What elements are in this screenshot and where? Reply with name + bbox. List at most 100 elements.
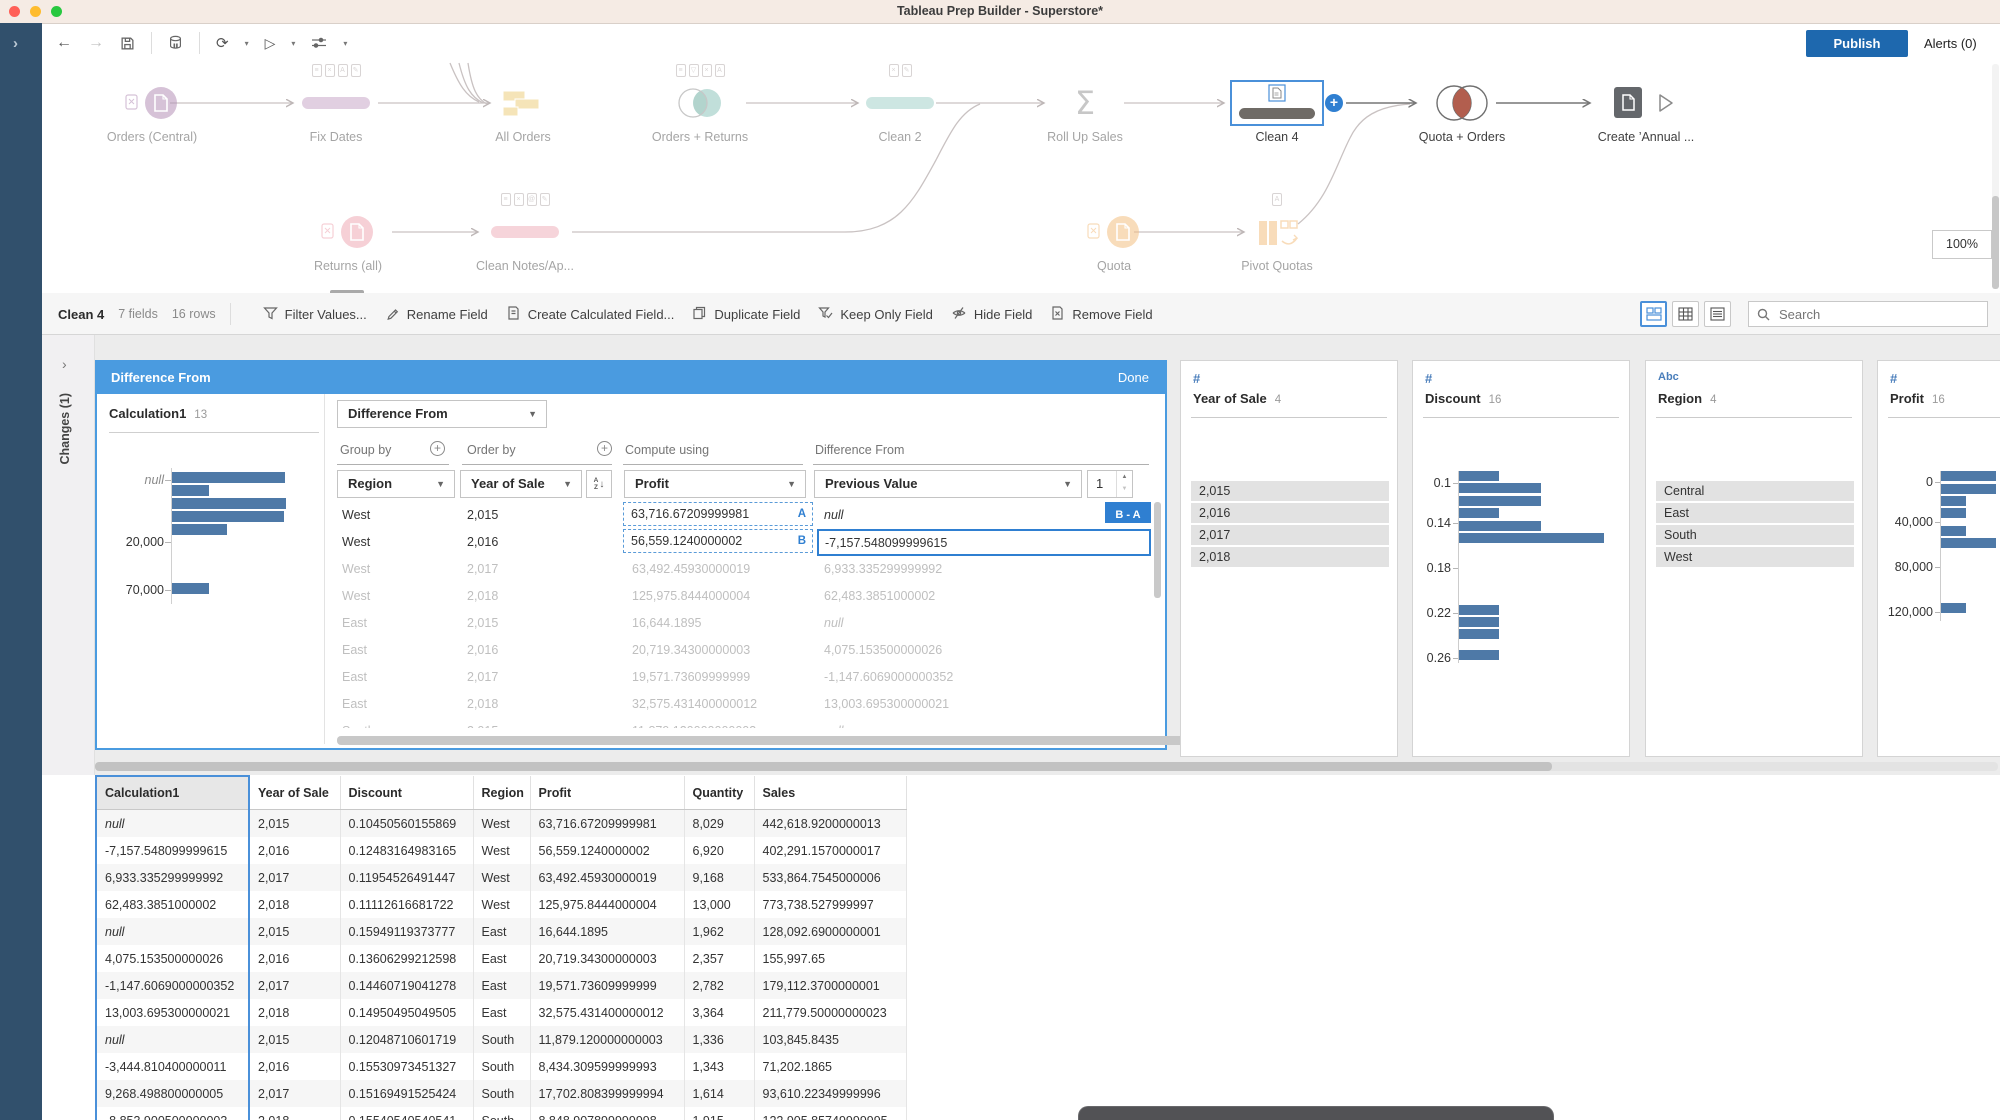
- keep-only-field-button[interactable]: Keep Only Field: [818, 306, 933, 323]
- search-input[interactable]: [1777, 305, 1961, 323]
- grid-cell[interactable]: 56,559.1240000002: [530, 837, 685, 864]
- grid-view-button[interactable]: [1672, 301, 1699, 327]
- field-value-pill[interactable]: South: [1656, 525, 1854, 545]
- histogram-bar[interactable]: [1459, 533, 1604, 543]
- grid-cell[interactable]: 402,291.1570000017: [754, 837, 907, 864]
- difference-from-select[interactable]: Previous Value ▼: [814, 470, 1082, 498]
- histogram-bar[interactable]: [1941, 508, 1966, 518]
- grid-cell[interactable]: 155,997.65: [754, 945, 907, 972]
- grid-cell[interactable]: -1,147.6069000000352: [95, 972, 250, 999]
- grid-cell[interactable]: 0.15169491525424: [340, 1080, 474, 1107]
- duplicate-field-button[interactable]: Duplicate Field: [692, 306, 800, 323]
- field-value-pill[interactable]: 2,015: [1191, 481, 1389, 501]
- histogram-bar[interactable]: [1941, 484, 1996, 494]
- grid-cell[interactable]: 0.15540540540541: [340, 1107, 474, 1120]
- profile-hscrollbar-thumb[interactable]: [95, 762, 1552, 771]
- grid-cell[interactable]: 93,610.22349999996: [754, 1080, 907, 1107]
- grid-cell[interactable]: 773,738.527999997: [754, 891, 907, 918]
- histogram-bar[interactable]: [172, 583, 209, 594]
- flow-node-fix-dates[interactable]: ≡ × A ✎ Fix Dates: [276, 64, 396, 144]
- grid-cell[interactable]: 3,364: [684, 999, 755, 1026]
- histogram-bar[interactable]: [1459, 521, 1541, 531]
- grid-cell[interactable]: West: [473, 891, 531, 918]
- histogram-bar[interactable]: [1459, 605, 1499, 615]
- grid-cell[interactable]: 103,845.8435: [754, 1026, 907, 1053]
- field-value-pill[interactable]: West: [1656, 547, 1854, 567]
- grid-cell[interactable]: 2,018: [249, 999, 341, 1026]
- spinner-down-icon[interactable]: ▼: [1117, 483, 1132, 495]
- grid-column-header-calculation1[interactable]: Calculation1: [95, 775, 250, 810]
- filter-values-button[interactable]: Filter Values...: [262, 306, 367, 323]
- grid-cell[interactable]: 2,015: [249, 918, 341, 945]
- grid-column-header-region[interactable]: Region: [473, 776, 531, 810]
- flow-node-create-annual[interactable]: Create ’Annual ...: [1586, 64, 1706, 144]
- grid-cell[interactable]: South: [473, 1026, 531, 1053]
- grid-cell[interactable]: 8,029: [684, 809, 755, 837]
- add-step-button[interactable]: +: [1325, 94, 1343, 112]
- flow-node-orders-returns[interactable]: ≡ ▽ × A Orders + Returns: [640, 64, 760, 144]
- histogram-bar[interactable]: [172, 511, 284, 522]
- grid-cell[interactable]: 2,017: [249, 1080, 341, 1107]
- grid-column-header-sales[interactable]: Sales: [754, 776, 907, 810]
- grid-cell[interactable]: 122,905.85749999995: [754, 1107, 907, 1120]
- grid-cell[interactable]: West: [473, 809, 531, 837]
- grid-cell[interactable]: 2,015: [249, 809, 341, 837]
- profile-card-year-of-sale[interactable]: # Year of Sale 4 2,015 2,016 2,017 2,018: [1180, 360, 1398, 757]
- histogram-bar[interactable]: [1941, 538, 1996, 548]
- flow-node-clean-notes-ap[interactable]: ≡ × @ ✎ Clean Notes/Ap...: [465, 193, 585, 273]
- settings-sliders-icon[interactable]: [311, 36, 327, 50]
- dialog-row[interactable]: East 2,018 32,575.431400000012 13,003.695…: [335, 691, 1255, 718]
- run-dropdown-icon[interactable]: ▾: [291, 39, 295, 48]
- dialog-header[interactable]: Difference From Done: [97, 362, 1165, 394]
- dialog-row[interactable]: South 2,015 11,879.120000000003 null: [335, 718, 1255, 728]
- pause-data-icon[interactable]: [168, 35, 183, 51]
- grid-cell[interactable]: 0.10450560155869: [340, 809, 474, 837]
- search-box[interactable]: [1748, 301, 1988, 327]
- histogram-bar[interactable]: [1459, 617, 1499, 627]
- grid-cell[interactable]: -8,853.900500000003: [95, 1107, 250, 1120]
- grid-cell[interactable]: 11,879.120000000003: [530, 1026, 685, 1053]
- grid-cell[interactable]: East: [473, 999, 531, 1026]
- flow-node-roll-up-sales[interactable]: Σ Roll Up Sales: [1025, 64, 1145, 144]
- histogram-bar[interactable]: [1459, 650, 1499, 660]
- grid-cell[interactable]: 13,003.695300000021: [95, 999, 250, 1026]
- grid-cell[interactable]: 0.11954526491447: [340, 864, 474, 891]
- grid-cell[interactable]: 1,614: [684, 1080, 755, 1107]
- grid-cell[interactable]: 71,202.1865: [754, 1053, 907, 1080]
- publish-button[interactable]: Publish: [1806, 30, 1908, 57]
- settings-dropdown-icon[interactable]: ▾: [343, 39, 347, 48]
- field-value-pill[interactable]: 2,017: [1191, 525, 1389, 545]
- histogram-bar[interactable]: [1459, 483, 1541, 493]
- grid-cell[interactable]: null: [95, 809, 250, 837]
- grid-column-header-quantity[interactable]: Quantity: [684, 776, 755, 810]
- grid-cell[interactable]: 9,168: [684, 864, 755, 891]
- flow-node-orders-central[interactable]: Orders (Central): [92, 64, 212, 144]
- dialog-row[interactable]: West 2,017 63,492.45930000019 6,933.33529…: [335, 556, 1255, 583]
- grid-cell[interactable]: South: [473, 1053, 531, 1080]
- grid-cell[interactable]: 6,933.335299999992: [95, 864, 250, 891]
- grid-cell[interactable]: 2,018: [249, 1107, 341, 1120]
- rename-field-button[interactable]: Rename Field: [385, 306, 488, 323]
- profile-card-region[interactable]: Abc Region 4 Central East South West: [1645, 360, 1863, 757]
- grid-column-header-year-of-sale[interactable]: Year of Sale: [249, 776, 341, 810]
- dialog-row[interactable]: West 2,018 125,975.8444000004 62,483.3851…: [335, 583, 1255, 610]
- grid-cell[interactable]: null: [95, 1026, 250, 1053]
- save-icon[interactable]: [120, 36, 135, 51]
- dialog-hscrollbar-track[interactable]: [337, 736, 1249, 745]
- flow-node-clean-4[interactable]: Clean 4: [1217, 64, 1337, 144]
- grid-column-header-profit[interactable]: Profit: [530, 776, 685, 810]
- grid-cell[interactable]: South: [473, 1080, 531, 1107]
- grid-cell[interactable]: 2,017: [249, 864, 341, 891]
- flow-node-clean-2[interactable]: × ✎ Clean 2: [840, 64, 960, 144]
- list-view-button[interactable]: [1704, 301, 1731, 327]
- run-flow-icon[interactable]: ▷: [265, 36, 276, 50]
- grid-cell[interactable]: 20,719.34300000003: [530, 945, 685, 972]
- grid-cell[interactable]: 0.12048710601719: [340, 1026, 474, 1053]
- create-calculated-field-button[interactable]: Create Calculated Field...: [506, 305, 674, 323]
- grid-cell[interactable]: 2,018: [249, 891, 341, 918]
- field-value-pill[interactable]: East: [1656, 503, 1854, 523]
- group-by-select[interactable]: Region ▼: [337, 470, 455, 498]
- changes-expand-icon[interactable]: ›: [62, 356, 67, 372]
- dialog-row[interactable]: West 2,016 56,559.1240000002 B: [335, 529, 1255, 556]
- dialog-hscrollbar-thumb[interactable]: [337, 736, 1197, 745]
